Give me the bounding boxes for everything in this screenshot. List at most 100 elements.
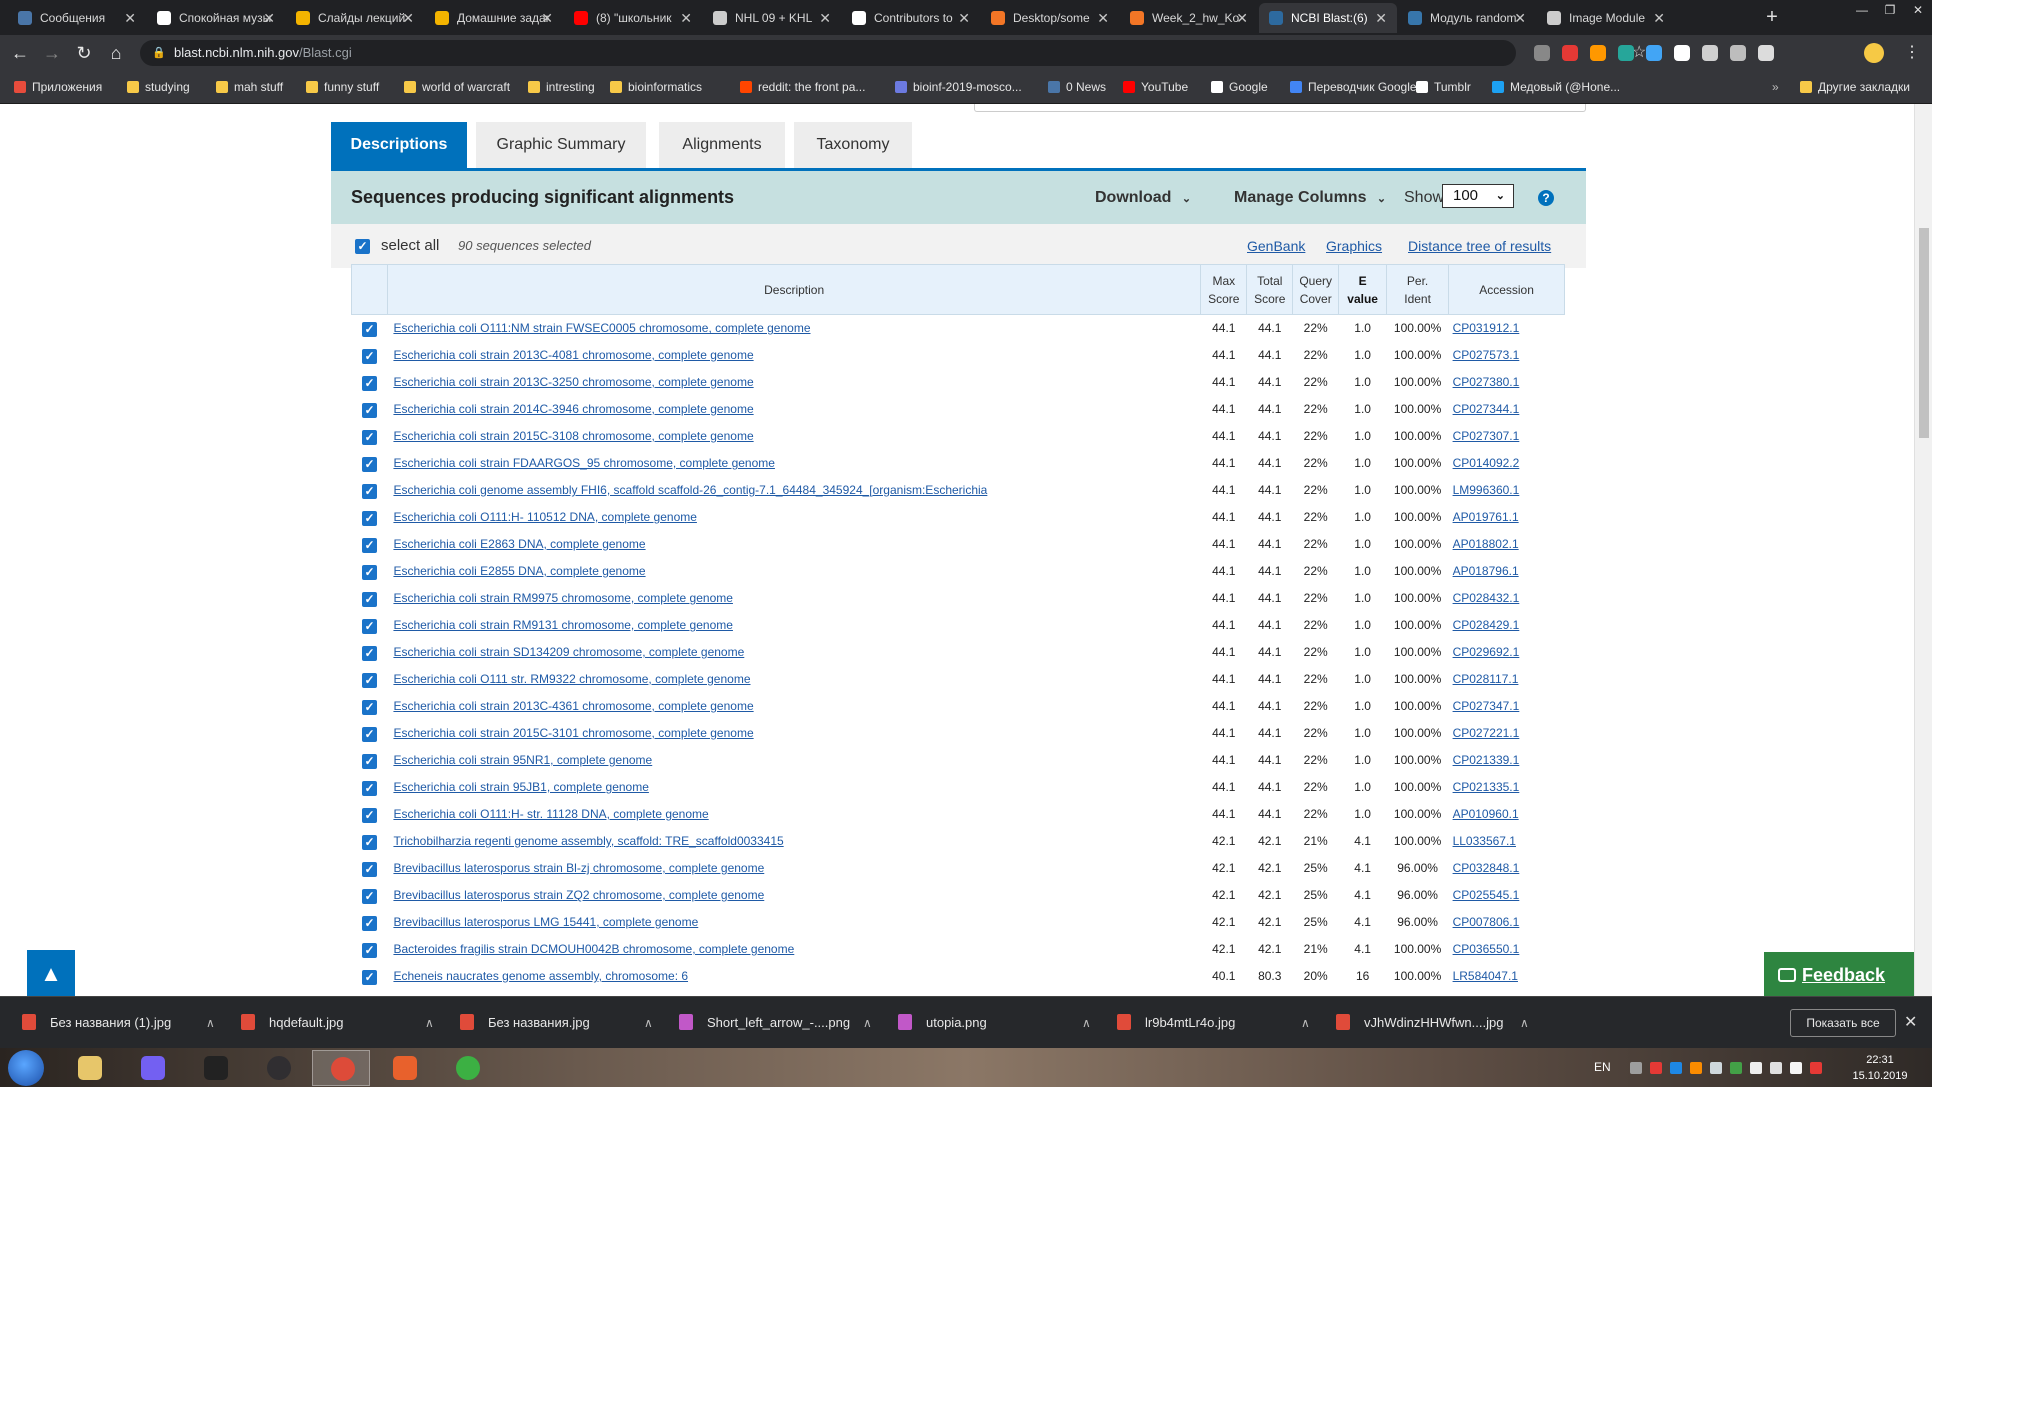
description-link[interactable]: Escherichia coli O111 str. RM9322 chromo… [393, 672, 750, 686]
network-icon[interactable] [1770, 1062, 1782, 1074]
browser-tab[interactable]: Desktop/some ✕ [981, 3, 1119, 33]
accession-link[interactable]: AP018796.1 [1453, 564, 1519, 578]
bookmark-item[interactable]: Tumblr [1416, 71, 1471, 104]
column-description[interactable]: Description [386, 264, 1202, 315]
bookmark-item[interactable]: bioinformatics [610, 71, 702, 104]
bookmark-item[interactable]: funny stuff [306, 71, 379, 104]
row-checkbox[interactable]: ✓ [361, 942, 377, 958]
tray-app-icon[interactable] [1750, 1062, 1762, 1074]
description-link[interactable]: Escherichia coli strain 2013C-4361 chrom… [393, 699, 753, 713]
browser-tab[interactable]: Contributors to ✕ [842, 3, 980, 33]
download-item[interactable]: hqdefault.jpg ∧ [241, 997, 434, 1049]
page-scrollbar[interactable] [1914, 104, 1932, 996]
accession-link[interactable]: LL033567.1 [1453, 834, 1516, 848]
accession-link[interactable]: CP031912.1 [1453, 321, 1520, 335]
download-options-icon[interactable]: ∧ [425, 997, 434, 1049]
download-item[interactable]: Без названия (1).jpg ∧ [22, 997, 215, 1049]
description-link[interactable]: Escherichia coli strain 2014C-3946 chrom… [393, 402, 753, 416]
extension-icon[interactable] [1758, 45, 1774, 61]
action-center-icon[interactable] [1790, 1062, 1802, 1074]
profile-avatar[interactable] [1864, 43, 1884, 63]
accession-link[interactable]: CP029692.1 [1453, 645, 1520, 659]
taskbar-app-chrome[interactable] [312, 1050, 370, 1086]
extension-icon[interactable] [1674, 45, 1690, 61]
row-checkbox[interactable]: ✓ [361, 699, 377, 715]
minimize-icon[interactable]: — [1848, 0, 1876, 20]
bookmark-item[interactable]: mah stuff [216, 71, 283, 104]
description-link[interactable]: Escherichia coli strain 2015C-3108 chrom… [393, 429, 753, 443]
restore-icon[interactable]: ❐ [1876, 0, 1904, 20]
bookmarks-overflow-icon[interactable]: » [1772, 71, 1779, 104]
description-link[interactable]: Escherichia coli E2855 DNA, complete gen… [393, 564, 645, 578]
accession-link[interactable]: CP021339.1 [1453, 753, 1520, 767]
tray-app-icon[interactable] [1730, 1062, 1742, 1074]
tab-close-icon[interactable]: ✕ [263, 3, 275, 33]
accession-link[interactable]: CP027307.1 [1453, 429, 1520, 443]
row-checkbox[interactable]: ✓ [361, 861, 377, 877]
tray-app-icon[interactable] [1690, 1062, 1702, 1074]
description-link[interactable]: Escherichia coli strain RM9131 chromosom… [393, 618, 733, 632]
browser-tab[interactable]: Модуль random ✕ [1398, 3, 1536, 33]
browser-tab[interactable]: NHL 09 + KHL ✕ [703, 3, 841, 33]
forward-icon[interactable]: → [40, 41, 64, 65]
taskbar-app-app-orange[interactable] [375, 1050, 433, 1086]
description-link[interactable]: Escherichia coli strain SD134209 chromos… [393, 645, 744, 659]
accession-link[interactable]: CP027573.1 [1453, 348, 1520, 362]
accession-link[interactable]: CP027344.1 [1453, 402, 1520, 416]
row-checkbox[interactable]: ✓ [361, 780, 377, 796]
scroll-to-top-button[interactable]: ▲ [27, 950, 75, 996]
bookmark-item[interactable]: intresting [528, 71, 595, 104]
help-icon[interactable]: ? [1538, 190, 1554, 206]
tab-close-icon[interactable]: ✕ [1375, 3, 1387, 33]
browser-tab[interactable]: (8) "школьник ✕ [564, 3, 702, 33]
tray-app-icon[interactable] [1670, 1062, 1682, 1074]
description-link[interactable]: Brevibacillus laterosporus strain ZQ2 ch… [393, 888, 764, 902]
tab-close-icon[interactable]: ✕ [819, 3, 831, 33]
tab-close-icon[interactable]: ✕ [124, 3, 136, 33]
tab-taxonomy[interactable]: Taxonomy [794, 122, 912, 168]
row-checkbox[interactable]: ✓ [361, 510, 377, 526]
row-checkbox[interactable]: ✓ [361, 969, 377, 985]
description-link[interactable]: Escherichia coli strain 95JB1, complete … [393, 780, 648, 794]
bookmark-item[interactable]: Приложения [14, 71, 102, 104]
description-link[interactable]: Bacteroides fragilis strain DCMOUH0042B … [393, 942, 794, 956]
row-checkbox[interactable]: ✓ [361, 888, 377, 904]
bookmark-item[interactable]: Медовый (@Hone... [1492, 71, 1620, 104]
bookmark-item[interactable]: world of warcraft [404, 71, 510, 104]
accession-link[interactable]: LM996360.1 [1453, 483, 1520, 497]
taskbar-app-viber[interactable] [123, 1050, 181, 1086]
accession-link[interactable]: CP014092.2 [1453, 456, 1520, 470]
row-checkbox[interactable]: ✓ [361, 537, 377, 553]
column-total-score[interactable]: Total Score [1246, 264, 1294, 315]
description-link[interactable]: Escherichia coli strain 2013C-4081 chrom… [393, 348, 753, 362]
download-item[interactable]: lr9b4mtLr4o.jpg ∧ [1117, 997, 1310, 1049]
tab-alignments[interactable]: Alignments [659, 122, 785, 168]
accession-link[interactable]: CP032848.1 [1453, 861, 1520, 875]
row-checkbox[interactable]: ✓ [361, 321, 377, 337]
column-query-cover[interactable]: Query Cover [1292, 264, 1340, 315]
row-checkbox[interactable]: ✓ [361, 726, 377, 742]
description-link[interactable]: Echeneis naucrates genome assembly, chro… [393, 969, 688, 983]
taskbar-app-explorer[interactable] [60, 1050, 118, 1086]
browser-tab[interactable]: Слайды лекций ✕ [286, 3, 424, 33]
download-item[interactable]: Без названия.jpg ∧ [460, 997, 653, 1049]
description-link[interactable]: Escherichia coli O111:H- str. 11128 DNA,… [393, 807, 708, 821]
row-checkbox[interactable]: ✓ [361, 591, 377, 607]
extension-icon[interactable] [1618, 45, 1634, 61]
home-icon[interactable]: ⌂ [104, 41, 128, 65]
browser-tab[interactable]: Спокойная музыка✕ [147, 3, 285, 33]
taskbar-app-media-player[interactable] [186, 1050, 244, 1086]
accession-link[interactable]: AP019761.1 [1453, 510, 1519, 524]
volume-icon[interactable] [1810, 1062, 1822, 1074]
browser-tab[interactable]: NCBI Blast:(6) ✕ [1259, 3, 1397, 33]
accession-link[interactable]: CP028432.1 [1453, 591, 1520, 605]
tab-close-icon[interactable]: ✕ [958, 3, 970, 33]
accession-link[interactable]: AP010960.1 [1453, 807, 1519, 821]
accession-link[interactable]: LR584047.1 [1453, 969, 1518, 983]
tab-close-icon[interactable]: ✕ [1653, 3, 1665, 33]
browser-tab[interactable]: Домашние задания✕ [425, 3, 563, 33]
browser-tab[interactable]: Сообщения ✕ [8, 3, 146, 33]
accession-link[interactable]: CP027380.1 [1453, 375, 1520, 389]
download-item[interactable]: vJhWdinzHHWfwn....jpg ∧ [1336, 997, 1529, 1049]
column-per-ident[interactable]: Per. Ident [1386, 264, 1450, 315]
